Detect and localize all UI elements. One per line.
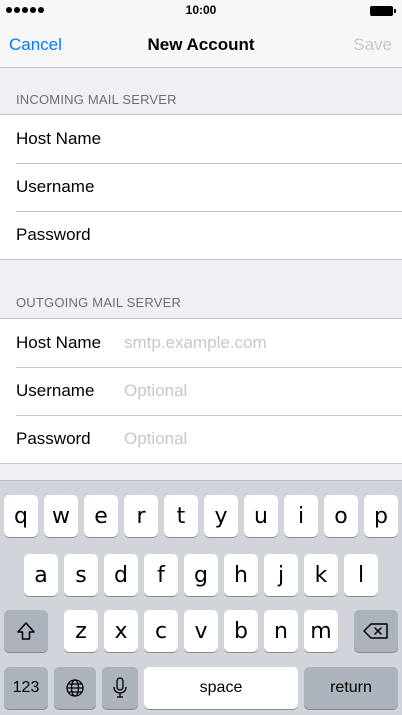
return-key[interactable]: return <box>304 667 398 709</box>
key-d[interactable]: d <box>104 554 138 596</box>
key-b[interactable]: b <box>224 610 258 652</box>
key-f[interactable]: f <box>144 554 178 596</box>
key-w[interactable]: w <box>44 495 78 537</box>
save-button[interactable]: Save <box>353 35 392 55</box>
incoming-username-field[interactable]: Username <box>0 163 402 211</box>
numbers-key[interactable]: 123 <box>4 667 48 709</box>
outgoing-password-label: Password <box>16 429 91 448</box>
shift-key[interactable] <box>4 610 48 652</box>
key-j[interactable]: j <box>264 554 298 596</box>
incoming-username-label: Username <box>16 177 95 196</box>
key-r[interactable]: r <box>124 495 158 537</box>
status-bar: 10:00 <box>0 0 402 22</box>
outgoing-section-header: OUTGOING MAIL SERVER <box>16 295 182 310</box>
outgoing-host-name-label: Host Name <box>16 333 102 352</box>
space-key[interactable]: space <box>144 667 298 709</box>
key-l[interactable]: l <box>344 554 378 596</box>
key-z[interactable]: z <box>64 610 98 652</box>
delete-key[interactable] <box>354 610 398 652</box>
key-x[interactable]: x <box>104 610 138 652</box>
microphone-key[interactable] <box>102 667 138 709</box>
outgoing-password-field[interactable]: Password Optional <box>0 415 402 463</box>
key-h[interactable]: h <box>224 554 258 596</box>
screen: 10:00 Cancel New Account Save INCOMING M… <box>0 0 402 715</box>
globe-icon <box>66 679 84 697</box>
incoming-server-group: Host Name Username Password <box>0 114 402 260</box>
incoming-section-header: INCOMING MAIL SERVER <box>16 92 177 107</box>
key-q[interactable]: q <box>4 495 38 537</box>
key-y[interactable]: y <box>204 495 238 537</box>
key-g[interactable]: g <box>184 554 218 596</box>
key-m[interactable]: m <box>304 610 338 652</box>
key-k[interactable]: k <box>304 554 338 596</box>
incoming-password-label: Password <box>16 225 91 244</box>
space-key-label: space <box>199 679 243 696</box>
numbers-key-label: 123 <box>12 679 40 696</box>
key-s[interactable]: s <box>64 554 98 596</box>
return-key-label: return <box>330 679 372 696</box>
globe-key[interactable] <box>54 667 96 709</box>
shift-icon <box>17 622 35 640</box>
outgoing-password-placeholder: Optional <box>124 429 188 448</box>
key-t[interactable]: t <box>164 495 198 537</box>
key-n[interactable]: n <box>264 610 298 652</box>
keyboard: q w e r t y u i o p a s d f g h j k l z … <box>0 480 402 715</box>
key-i[interactable]: i <box>284 495 318 537</box>
outgoing-username-placeholder: Optional <box>124 381 188 400</box>
outgoing-host-name-field[interactable]: Host Name smtp.example.com <box>0 319 402 367</box>
key-e[interactable]: e <box>84 495 118 537</box>
key-o[interactable]: o <box>324 495 358 537</box>
outgoing-host-name-placeholder: smtp.example.com <box>124 333 267 352</box>
key-p[interactable]: p <box>364 495 398 537</box>
incoming-host-name-label: Host Name <box>16 129 102 148</box>
navigation-bar: Cancel New Account Save <box>0 22 402 68</box>
incoming-password-field[interactable]: Password <box>0 211 402 259</box>
delete-icon <box>363 623 388 639</box>
key-v[interactable]: v <box>184 610 218 652</box>
key-u[interactable]: u <box>244 495 278 537</box>
status-time: 10:00 <box>185 3 217 17</box>
incoming-host-name-field[interactable]: Host Name <box>0 115 402 163</box>
key-a[interactable]: a <box>24 554 58 596</box>
outgoing-username-label: Username <box>16 381 95 400</box>
cancel-button[interactable]: Cancel <box>9 35 62 55</box>
outgoing-username-field[interactable]: Username Optional <box>0 367 402 415</box>
outgoing-server-group: Host Name smtp.example.com Username Opti… <box>0 318 402 464</box>
key-c[interactable]: c <box>144 610 178 652</box>
microphone-icon <box>113 677 127 698</box>
battery-icon <box>370 6 396 16</box>
